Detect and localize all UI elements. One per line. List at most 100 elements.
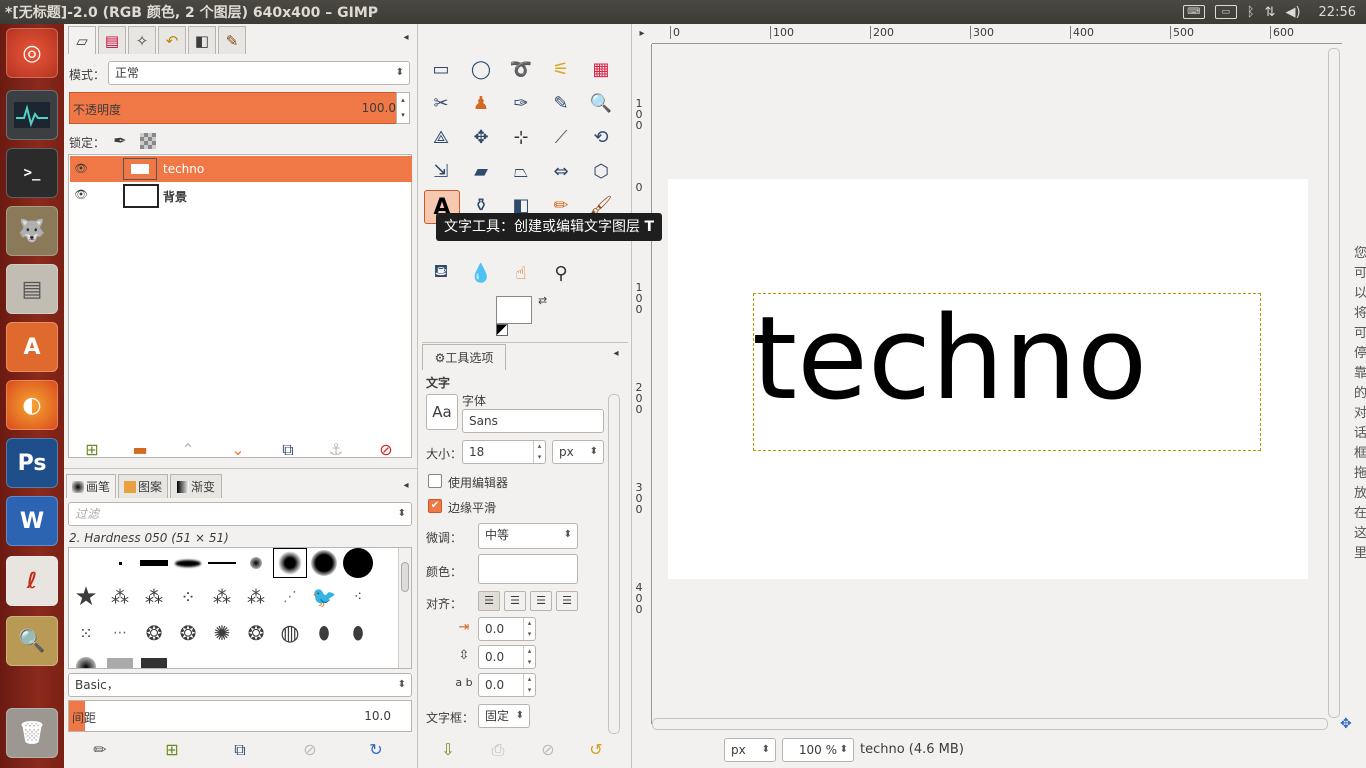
brush-item[interactable]: ⁂ — [239, 582, 273, 612]
delete-brush-icon[interactable]: ⊘ — [298, 740, 322, 759]
font-input[interactable]: Sans — [462, 409, 604, 433]
brush-item[interactable]: ⁖ — [341, 582, 375, 612]
duplicate-brush-icon[interactable]: ⧉ — [228, 740, 252, 760]
layer-row-background[interactable]: 👁 背景 — [70, 182, 412, 208]
brush-star-icon[interactable]: ★ — [69, 582, 103, 612]
text-color-button[interactable] — [478, 554, 578, 584]
opacity-spinner[interactable]: ▴ ▾ — [396, 92, 410, 124]
brush-item[interactable]: ❂ — [137, 618, 171, 648]
paths-icon[interactable]: ✑ — [506, 88, 536, 118]
brush-item[interactable] — [103, 652, 137, 668]
brush-bird-icon[interactable]: 🐦 — [307, 582, 341, 612]
system-monitor-icon[interactable] — [6, 90, 58, 140]
terminal-icon[interactable]: >_ — [6, 148, 58, 198]
new-brush-icon[interactable]: ⊞ — [160, 740, 184, 759]
brush-item[interactable] — [137, 652, 171, 668]
brush-item[interactable] — [103, 548, 137, 578]
foreground-select-icon[interactable]: ♟ — [466, 88, 496, 118]
new-layer-icon[interactable]: ⊞ — [80, 440, 104, 459]
dock-menu-icon[interactable]: ◂ — [394, 480, 418, 491]
brush-item-selected[interactable] — [273, 548, 307, 578]
brush-item[interactable]: ⁘ — [171, 582, 205, 612]
letter-spacing-input[interactable]: 0.0 ▴ ▾ — [478, 673, 536, 697]
zoom-select[interactable]: 100 % — [782, 738, 854, 762]
image-viewer-icon[interactable]: 🔍 — [6, 616, 58, 666]
software-center-icon[interactable]: A — [6, 322, 58, 372]
brush-item[interactable] — [205, 548, 239, 578]
opacity-slider[interactable]: 不透明度 100.0 — [69, 92, 403, 124]
select-by-color-icon[interactable]: ▦ — [586, 54, 616, 84]
reset-options-icon[interactable]: ↺ — [584, 740, 608, 759]
box-select[interactable]: 固定 — [478, 704, 530, 728]
align-icon[interactable]: ⊹ — [506, 122, 536, 152]
default-colors-icon[interactable] — [496, 324, 508, 336]
layer-row-techno[interactable]: 👁 techno — [70, 156, 412, 182]
reader-icon[interactable]: ℓ — [6, 556, 58, 606]
font-preview-button[interactable]: Aa — [426, 394, 458, 430]
paths-tab-icon[interactable]: ✧ — [128, 26, 156, 54]
raise-layer-icon[interactable]: ⌃ — [176, 440, 200, 459]
brush-tag-select[interactable]: Basic， — [68, 673, 412, 697]
crop-icon[interactable]: ⟋ — [546, 122, 576, 152]
visibility-eye-icon[interactable]: 👁 — [74, 188, 88, 201]
indent-input[interactable]: 0.0 ▴ ▾ — [478, 617, 536, 641]
ubuntu-icon[interactable]: ◎ — [6, 28, 58, 78]
trash-icon[interactable]: 🗑 — [6, 708, 58, 758]
foreground-color-swatch[interactable] — [496, 296, 532, 324]
zoom-icon[interactable]: 🔍 — [586, 88, 616, 118]
measure-icon[interactable]: ⟁ — [426, 122, 456, 152]
volume-icon[interactable]: ◀) — [1285, 5, 1300, 20]
blur-icon[interactable]: 💧 — [466, 258, 496, 288]
brush-item[interactable]: ❂ — [171, 618, 205, 648]
horizontal-scrollbar[interactable] — [652, 718, 1328, 730]
gimp-icon[interactable]: 🐺 — [6, 206, 58, 256]
brush-item[interactable]: ◍ — [273, 618, 307, 648]
tab-tool-options[interactable]: ⚙ 工具选项 — [422, 344, 506, 370]
dodge-burn-icon[interactable]: ⚲ — [546, 258, 576, 288]
use-editor-checkbox[interactable] — [428, 474, 442, 488]
brush-item[interactable] — [69, 652, 103, 668]
vertical-scrollbar[interactable] — [1328, 48, 1340, 718]
keyboard-icon[interactable]: ⌨ — [1182, 5, 1205, 19]
antialias-checkbox[interactable]: ✔ — [428, 499, 442, 513]
colors-tab-icon[interactable]: ◧ — [188, 26, 216, 54]
brush-item[interactable]: ⬮ — [341, 618, 375, 648]
fuzzy-select-icon[interactable]: ⚟ — [546, 54, 576, 84]
bluetooth-icon[interactable]: ᛒ — [1247, 5, 1255, 20]
scissors-select-icon[interactable]: ✂ — [426, 88, 456, 118]
lock-alpha-icon[interactable] — [140, 133, 156, 149]
lower-layer-icon[interactable]: ⌄ — [226, 440, 250, 459]
save-options-icon[interactable]: ⇩ — [436, 740, 460, 759]
brush-item[interactable] — [239, 548, 273, 578]
brush-item[interactable]: ⁂ — [137, 582, 171, 612]
edit-brush-icon[interactable]: ✏ — [88, 740, 112, 759]
justify-right-icon[interactable]: ☰ — [504, 591, 526, 611]
brush-item[interactable]: ✺ — [205, 618, 239, 648]
dock-menu-icon[interactable]: ◂ — [394, 32, 418, 43]
vertical-ruler[interactable]: 100 0 100 200 300 400 — [632, 44, 652, 724]
clone-icon[interactable]: ⛾ — [426, 258, 456, 288]
brush-item[interactable]: ⁂ — [205, 582, 239, 612]
anchor-layer-icon[interactable]: ⚓ — [324, 440, 348, 459]
brushes-tab-icon[interactable]: ✎ — [218, 26, 246, 54]
delete-options-icon[interactable]: ⊘ — [536, 740, 560, 759]
dock-menu-icon[interactable]: ◂ — [604, 348, 628, 359]
photoshop-icon[interactable]: Ps — [6, 438, 58, 488]
lock-pixels-icon[interactable]: ✒ — [108, 131, 132, 150]
new-layer-group-icon[interactable]: ▬ — [128, 440, 152, 459]
canvas-text[interactable]: techno — [752, 289, 1147, 429]
brush-filter-input[interactable]: 过滤 — [68, 502, 412, 526]
duplicate-layer-icon[interactable]: ⧉ — [276, 440, 300, 460]
line-spacing-input[interactable]: 0.0 ▴ ▾ — [478, 645, 536, 669]
tab-brushes[interactable]: 画笔 — [66, 474, 116, 498]
shear-icon[interactable]: ▰ — [466, 156, 496, 186]
hinting-select[interactable]: 中等 — [478, 523, 578, 549]
delete-layer-icon[interactable]: ⊘ — [374, 440, 398, 459]
cage-transform-icon[interactable]: ⬡ — [586, 156, 616, 186]
mode-select[interactable]: 正常 — [108, 61, 410, 85]
brush-item[interactable]: ❂ — [239, 618, 273, 648]
tab-gradients[interactable]: 渐变 — [170, 474, 222, 498]
justify-fill-icon[interactable]: ☰ — [556, 591, 578, 611]
firefox-icon[interactable]: ◐ — [6, 380, 58, 430]
smudge-icon[interactable]: ☝ — [506, 258, 536, 288]
